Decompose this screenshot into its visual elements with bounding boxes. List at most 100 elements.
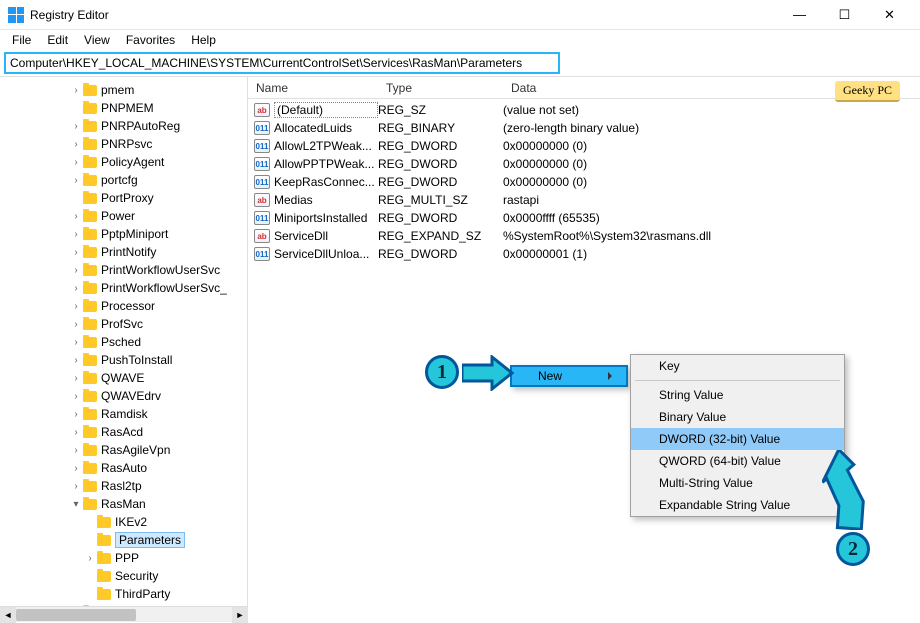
tree-hscrollbar[interactable]: ◄ ► xyxy=(0,606,248,622)
tree-item-thirdparty[interactable]: ThirdParty xyxy=(0,585,247,603)
menu-help[interactable]: Help xyxy=(183,31,224,49)
expand-icon[interactable]: › xyxy=(70,445,82,456)
tree-item-pnpmem[interactable]: PNPMEM xyxy=(0,99,247,117)
expand-icon[interactable]: › xyxy=(70,175,82,186)
tree-item-power[interactable]: ›Power xyxy=(0,207,247,225)
tree-item-pmem[interactable]: ›pmem xyxy=(0,81,247,99)
tree-item-pnrpsvc[interactable]: › PNRPsvc xyxy=(0,135,247,153)
tree-item-portcfg[interactable]: ›portcfg xyxy=(0,171,247,189)
tree-item-security[interactable]: Security xyxy=(0,567,247,585)
value-data: 0x00000000 (0) xyxy=(503,157,920,171)
minimize-button[interactable]: — xyxy=(777,0,822,30)
menu-favorites[interactable]: Favorites xyxy=(118,31,183,49)
submenu-expand[interactable]: Expandable String Value xyxy=(631,494,844,516)
expand-icon[interactable]: › xyxy=(70,391,82,402)
tree-item-rasauto[interactable]: ›RasAuto xyxy=(0,459,247,477)
maximize-button[interactable]: ☐ xyxy=(822,0,867,30)
value-data: (value not set) xyxy=(503,103,920,117)
value-row[interactable]: 011AllowPPTPWeak...REG_DWORD0x00000000 (… xyxy=(248,155,920,173)
value-row[interactable]: 011KeepRasConnec...REG_DWORD0x00000000 (… xyxy=(248,173,920,191)
expand-icon[interactable]: › xyxy=(70,85,82,96)
tree-item-portproxy[interactable]: PortProxy xyxy=(0,189,247,207)
submenu-string[interactable]: String Value xyxy=(631,384,844,406)
tree-item-ikev2[interactable]: IKEv2 xyxy=(0,513,247,531)
value-data: rastapi xyxy=(503,193,920,207)
tree-item-qwave[interactable]: ›QWAVE xyxy=(0,369,247,387)
expand-icon[interactable]: › xyxy=(70,229,82,240)
menu-view[interactable]: View xyxy=(76,31,118,49)
value-row[interactable]: abMediasREG_MULTI_SZrastapi xyxy=(248,191,920,209)
context-submenu[interactable]: Key String Value Binary Value DWORD (32-… xyxy=(630,354,845,517)
list-pane[interactable]: Name Type Data ab(Default)REG_SZ(value n… xyxy=(248,77,920,606)
expand-icon[interactable]: › xyxy=(70,337,82,348)
scroll-track[interactable] xyxy=(16,607,232,623)
tree-item-policyagent[interactable]: ›PolicyAgent xyxy=(0,153,247,171)
tree-item-ramdisk[interactable]: ›Ramdisk xyxy=(0,405,247,423)
expand-icon[interactable]: › xyxy=(70,211,82,222)
tree-item-pptpminiport[interactable]: ›PptpMiniport xyxy=(0,225,247,243)
tree-item-rasacd[interactable]: ›RasAcd xyxy=(0,423,247,441)
value-row[interactable]: 011MiniportsInstalledREG_DWORD0x0000ffff… xyxy=(248,209,920,227)
value-name: ServiceDll xyxy=(274,229,378,243)
binary-value-icon: 011 xyxy=(254,211,270,225)
expand-icon[interactable]: › xyxy=(70,121,82,132)
tree-item-processor[interactable]: ›Processor xyxy=(0,297,247,315)
expand-icon[interactable]: › xyxy=(70,157,82,168)
collapse-icon[interactable]: ▾ xyxy=(70,499,82,510)
submenu-binary[interactable]: Binary Value xyxy=(631,406,844,428)
tree-item-profsvc[interactable]: ›ProfSvc xyxy=(0,315,247,333)
tree-item-pushtoinstall[interactable]: ›PushToInstall xyxy=(0,351,247,369)
value-row[interactable]: 011ServiceDllUnloa...REG_DWORD0x00000001… xyxy=(248,245,920,263)
tree-item-rasagilevpn[interactable]: ›RasAgileVpn xyxy=(0,441,247,459)
submenu-qword[interactable]: QWORD (64-bit) Value xyxy=(631,450,844,472)
binary-value-icon: 011 xyxy=(254,121,270,135)
expand-icon[interactable]: › xyxy=(70,373,82,384)
expand-icon[interactable]: › xyxy=(70,301,82,312)
expand-icon[interactable]: › xyxy=(70,463,82,474)
expand-icon[interactable]: › xyxy=(70,427,82,438)
expand-icon[interactable]: › xyxy=(70,247,82,258)
scroll-left-button[interactable]: ◄ xyxy=(0,607,16,623)
tree-item-qwavedrv[interactable]: ›QWAVEdrv xyxy=(0,387,247,405)
submenu-dword[interactable]: DWORD (32-bit) Value xyxy=(631,428,844,450)
tree-item-parameters[interactable]: Parameters xyxy=(0,531,247,549)
tree-item-label: PNRPsvc xyxy=(101,137,152,151)
scroll-right-button[interactable]: ► xyxy=(232,607,248,623)
expand-icon[interactable]: › xyxy=(70,481,82,492)
submenu-key[interactable]: Key xyxy=(631,355,844,377)
tree-item-label: RasMan xyxy=(101,497,146,511)
tree-pane[interactable]: ›pmemPNPMEM›PNRPAutoReg›PNRPsvc›PolicyAg… xyxy=(0,77,248,606)
col-type[interactable]: Type xyxy=(378,81,503,95)
value-row[interactable]: abServiceDllREG_EXPAND_SZ%SystemRoot%\Sy… xyxy=(248,227,920,245)
menu-file[interactable]: File xyxy=(4,31,39,49)
expand-icon[interactable]: › xyxy=(70,265,82,276)
expand-icon[interactable]: › xyxy=(70,139,82,150)
tree-item-pnrpautoreg[interactable]: ›PNRPAutoReg xyxy=(0,117,247,135)
context-new[interactable]: New xyxy=(510,365,628,387)
expand-icon[interactable]: › xyxy=(84,553,96,564)
folder-icon xyxy=(97,553,111,564)
tree-item-ppp[interactable]: ›PPP xyxy=(0,549,247,567)
expand-icon[interactable]: › xyxy=(70,283,82,294)
tree-item-printnotify[interactable]: ›PrintNotify xyxy=(0,243,247,261)
tree-item-printworkflowusersvc[interactable]: ›PrintWorkflowUserSvc xyxy=(0,261,247,279)
tree-item-psched[interactable]: ›Psched xyxy=(0,333,247,351)
col-name[interactable]: Name xyxy=(248,81,378,95)
expand-icon[interactable]: › xyxy=(70,355,82,366)
tree-item-rasman[interactable]: ▾ RasMan xyxy=(0,495,247,513)
folder-icon xyxy=(83,373,97,384)
expand-icon[interactable]: › xyxy=(70,319,82,330)
menu-edit[interactable]: Edit xyxy=(39,31,76,49)
expand-icon[interactable]: › xyxy=(70,409,82,420)
tree-item-label: Security xyxy=(115,569,158,583)
tree-item-rasl2tp[interactable]: ›Rasl2tp xyxy=(0,477,247,495)
context-menu[interactable]: New xyxy=(510,365,628,387)
submenu-multi[interactable]: Multi-String Value xyxy=(631,472,844,494)
value-row[interactable]: 011AllocatedLuidsREG_BINARY(zero-length … xyxy=(248,119,920,137)
scroll-thumb[interactable] xyxy=(16,609,136,621)
close-button[interactable]: ✕ xyxy=(867,0,912,30)
value-row[interactable]: ab(Default)REG_SZ(value not set) xyxy=(248,101,920,119)
tree-item-printworkflowusersvc-[interactable]: ›PrintWorkflowUserSvc_ xyxy=(0,279,247,297)
address-bar[interactable]: Computer\HKEY_LOCAL_MACHINE\SYSTEM\Curre… xyxy=(4,52,560,74)
value-row[interactable]: 011AllowL2TPWeak...REG_DWORD0x00000000 (… xyxy=(248,137,920,155)
